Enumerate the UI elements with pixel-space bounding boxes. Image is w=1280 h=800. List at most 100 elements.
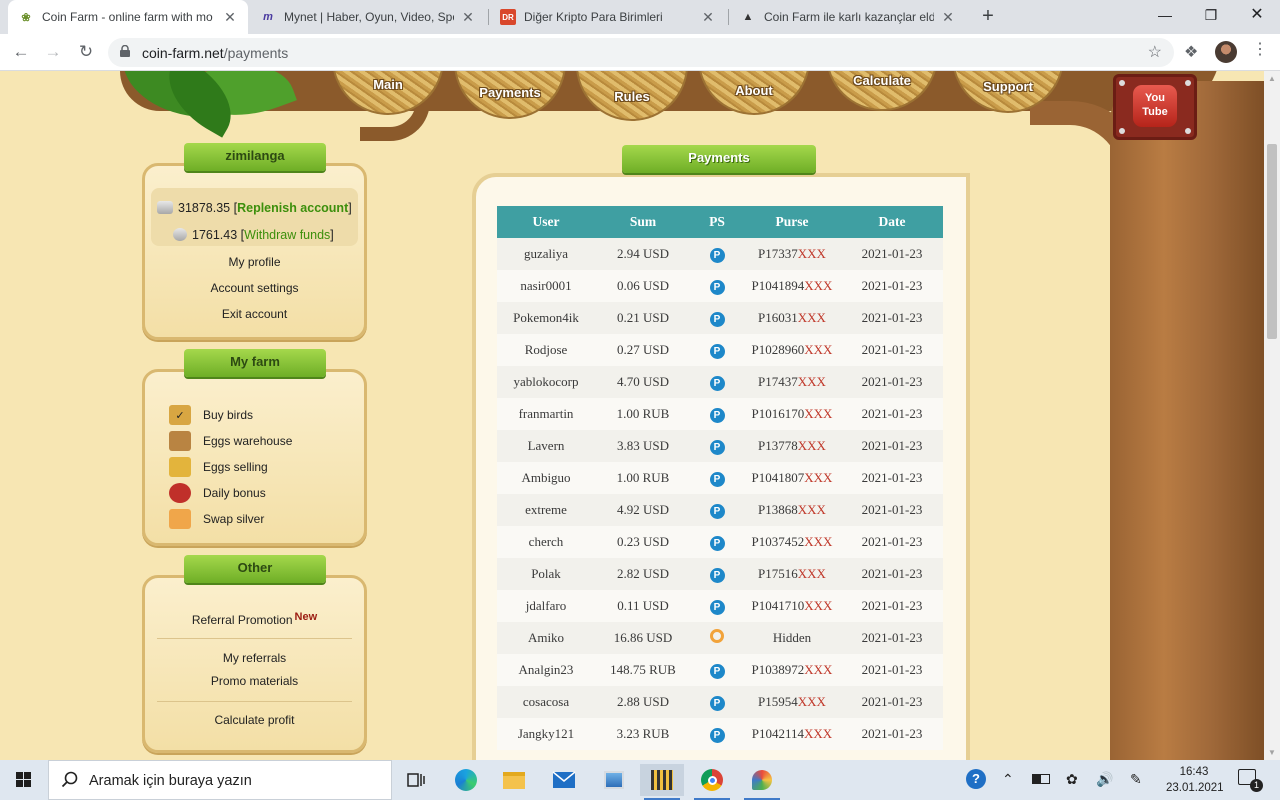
back-button[interactable]: ← [9,40,33,64]
other-ribbon: Other [184,555,326,583]
address-bar[interactable]: coin-farm.net/payments ☆ [108,38,1174,67]
close-tab-icon[interactable]: ✕ [700,9,716,26]
profile-avatar[interactable] [1215,41,1237,63]
close-tab-icon[interactable]: ✕ [460,9,476,26]
battery-icon[interactable] [1032,771,1050,784]
minimize-button[interactable]: — [1142,0,1188,34]
mail-icon[interactable] [542,764,586,796]
windows-taskbar: Aramak için buraya yazın ? ⌃ ✿ 🔊 ✎ 16:43… [0,760,1280,800]
close-tab-icon[interactable]: ✕ [222,9,238,26]
cell-user: cherch [497,526,595,558]
payeer-icon: P [709,727,725,743]
cell-ps: P [691,494,743,526]
my-profile-link[interactable]: My profile [145,255,364,269]
payeer-icon: P [709,471,725,487]
tab-kripto[interactable]: DR Diğer Kripto Para Birimleri ✕ [490,0,726,34]
new-badge: New [294,611,318,623]
tab-coin-farm-article[interactable]: ▲ Coin Farm ile karlı kazançlar elde ✕ [730,0,966,34]
scroll-down-arrow-icon[interactable]: ▼ [1268,748,1276,757]
show-hidden-icons-chevron-icon[interactable]: ⌃ [1002,771,1014,788]
exit-account-link[interactable]: Exit account [145,307,364,321]
calculate-profit-link[interactable]: Calculate profit [145,713,364,727]
purse-number: P15954 [758,694,798,709]
table-row: cherch 0.23 USD P P1037452XXX 2021-01-23 [497,526,943,558]
windows-start-icon[interactable] [0,760,48,800]
cell-date: 2021-01-23 [841,398,943,430]
new-tab-button[interactable]: + [976,5,1000,29]
cell-date: 2021-01-23 [841,334,943,366]
account-panel: 31878.35 [Replenish account] 1761.43 [Wi… [142,163,367,340]
withdraw-funds-link[interactable]: Withdraw funds [244,228,330,242]
cell-sum: 4.92 USD [595,494,691,526]
taskbar-search-box[interactable]: Aramak için buraya yazın [48,760,392,800]
url-host: coin-farm.net [142,45,224,61]
reload-button[interactable]: ↻ [74,40,98,64]
my-referrals-link[interactable]: My referrals [145,651,364,665]
close-window-button[interactable]: ✕ [1234,0,1280,34]
account-settings-link[interactable]: Account settings [145,281,364,295]
forward-button[interactable]: → [41,40,65,64]
eggs-selling-label: Eggs selling [203,460,268,474]
replenish-account-link[interactable]: Replenish account [237,201,348,215]
payments-ribbon: Payments [622,145,816,173]
purse-number: P1028960 [751,342,805,357]
notifications-icon[interactable]: 1 [1238,769,1263,792]
film-app-icon[interactable] [640,764,684,800]
table-row: Rodjose 0.27 USD P P1028960XXX 2021-01-23 [497,334,943,366]
purse-number: P1042114 [751,726,805,741]
cell-date: 2021-01-23 [841,462,943,494]
eggs-selling-link[interactable]: Eggs selling [169,457,268,477]
edge-browser-icon[interactable] [444,764,488,796]
payeer-icon: P [709,311,725,327]
youtube-button[interactable]: You Tube [1113,74,1197,140]
cell-ps: P [691,430,743,462]
file-explorer-icon[interactable] [492,764,536,796]
nav-payments[interactable]: Payments [454,71,566,119]
table-row: jdalfaro 0.11 USD P P1041710XXX 2021-01-23 [497,590,943,622]
table-row: nasir0001 0.06 USD P P1041894XXX 2021-01-23 [497,270,943,302]
maximize-button[interactable]: ❐ [1188,0,1234,34]
page-scrollbar[interactable]: ▲ ▼ [1264,71,1280,760]
help-icon[interactable]: ? [966,769,986,789]
pen-icon[interactable]: ✎ [1130,771,1142,788]
bookmark-star-icon[interactable]: ☆ [1148,42,1162,62]
volume-icon[interactable]: 🔊 [1096,771,1113,788]
column-header: Date [841,206,943,238]
tree-trunk [1110,81,1264,760]
table-row: extreme 4.92 USD P P13868XXX 2021-01-23 [497,494,943,526]
tab-separator [488,9,489,25]
scroll-up-arrow-icon[interactable]: ▲ [1268,74,1276,83]
table-row: Amiko 16.86 USD Hidden 2021-01-23 [497,622,943,654]
payments-table: User Sum PS Purse Date guzaliya 2.94 USD P… [497,206,943,750]
browser-menu-icon[interactable]: ⋮ [1252,42,1268,58]
system-clock[interactable]: 16:43 23.01.2021 [1166,764,1224,796]
referral-promotion-link[interactable]: Referral Promotion New [145,611,364,627]
swap-silver-link[interactable]: Swap silver [169,509,264,529]
tab-coin-farm[interactable]: ❀ Coin Farm - online farm with mo ✕ [8,0,248,34]
search-icon [61,771,78,788]
tab-mynet[interactable]: m Mynet | Haber, Oyun, Video, Spo ✕ [250,0,486,34]
eggs-warehouse-link[interactable]: Eggs warehouse [169,431,292,451]
wifi-icon[interactable]: ✿ [1066,771,1078,788]
scrollbar-thumb[interactable] [1267,144,1277,339]
task-view-icon[interactable] [394,764,438,796]
clock-time: 16:43 [1179,766,1209,778]
promo-materials-link[interactable]: Promo materials [145,674,364,688]
purse-mask: XXX [804,406,833,421]
cell-date: 2021-01-23 [841,494,943,526]
purse-number: P17337 [758,246,798,261]
cell-purse: P1041807XXX [743,462,841,494]
nav-rules[interactable]: Rules [576,71,688,121]
table-row: yablokocorp 4.70 USD P P17437XXX 2021-01-23 [497,366,943,398]
photos-app-icon[interactable] [592,764,636,796]
chrome-icon[interactable] [690,764,734,800]
close-tab-icon[interactable]: ✕ [940,9,956,26]
cell-sum: 3.83 USD [595,430,691,462]
extensions-puzzle-icon[interactable]: ❖ [1184,42,1198,62]
daily-bonus-link[interactable]: Daily bonus [169,483,266,503]
cell-sum: 0.23 USD [595,526,691,558]
cell-date: 2021-01-23 [841,238,943,270]
paint-app-icon[interactable] [740,764,784,800]
table-header-row: User Sum PS Purse Date [497,206,943,238]
buy-birds-link[interactable]: ✓ Buy birds [169,405,253,425]
